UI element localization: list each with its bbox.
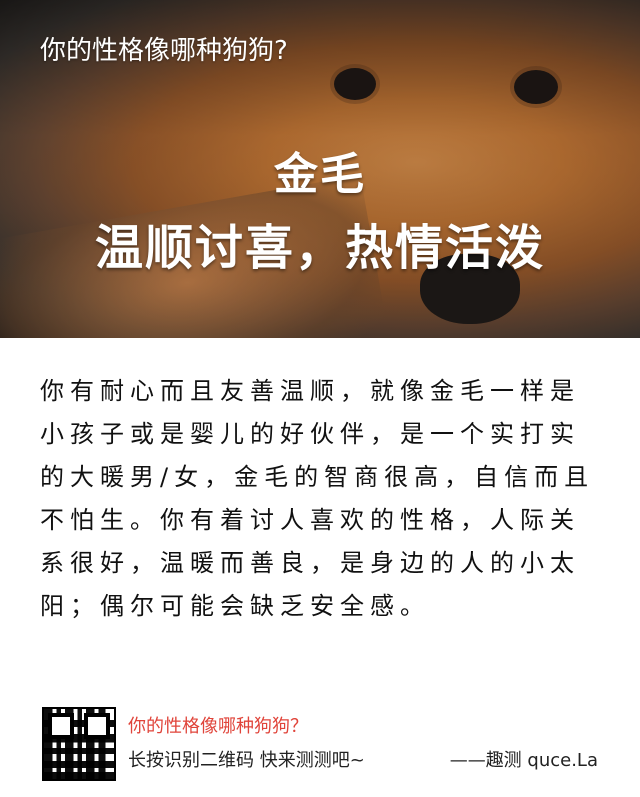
footer: 你的性格像哪种狗狗？ 长按识别二维码 快来测测吧~ ——趣测 quce.La [0, 700, 640, 797]
breed-tagline: 温顺讨喜，热情活泼 [94, 220, 545, 276]
dog-eye-right [514, 70, 558, 104]
hero-overlay: 你的性格像哪种狗狗? 金毛 温顺讨喜，热情活泼 [0, 0, 640, 338]
quiz-title: 你的性格像哪种狗狗? [40, 36, 288, 66]
dog-eye-left [334, 68, 376, 100]
hero-image: 你的性格像哪种狗狗? 金毛 温顺讨喜，热情活泼 [0, 0, 640, 338]
footer-brand: ——趣测 quce.La [449, 750, 598, 771]
page: 你的性格像哪种狗狗? 金毛 温顺讨喜，热情活泼 你有耐心而且友善温顺，就像金毛一… [0, 0, 640, 797]
footer-title: 你的性格像哪种狗狗？ [128, 716, 308, 737]
footer-hint: 长按识别二维码 快来测测吧~ [128, 750, 365, 771]
breed-name: 金毛 [274, 149, 366, 200]
qr-code-icon[interactable] [42, 707, 116, 781]
result-description: 你有耐心而且友善温顺，就像金毛一样是小孩子或是婴儿的好伙伴，是一个实打实的大暖男… [40, 377, 595, 620]
